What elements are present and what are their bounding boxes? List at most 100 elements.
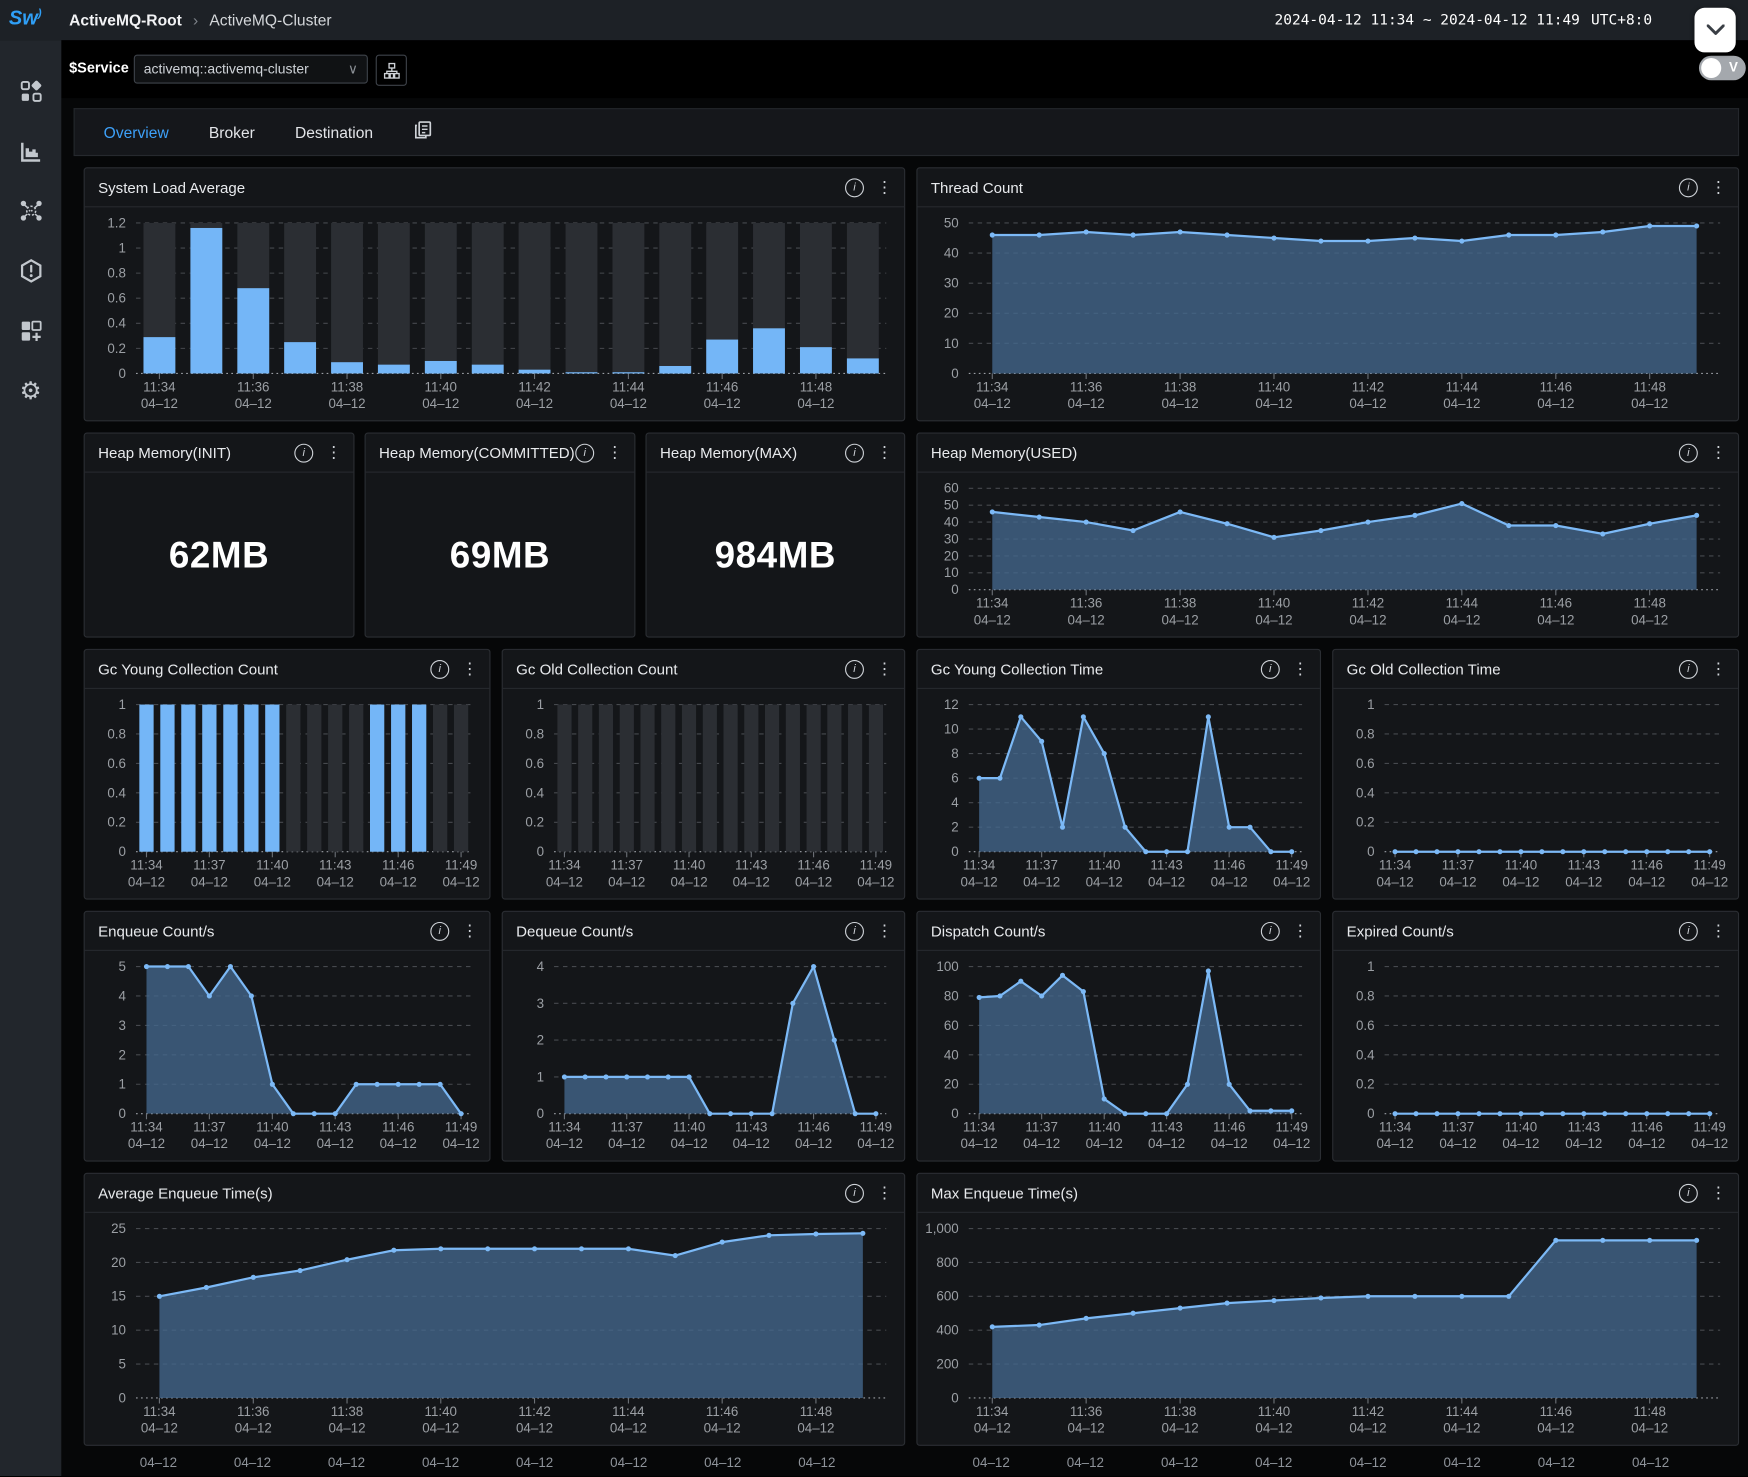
chevron-down-icon [1706, 25, 1724, 36]
max-enqueue-time-chart[interactable]: 02004006008001,00011:3404–1211:3604–1211… [917, 1213, 1737, 1445]
expired-count-chart[interactable]: 00.20.40.60.8111:3404–1211:3704–1211:400… [1333, 951, 1738, 1161]
svg-text:11:36: 11:36 [237, 1404, 269, 1419]
topology-icon[interactable] [0, 191, 61, 231]
enqueue-count-chart[interactable]: 01234511:3404–1211:3704–1211:4004–1211:4… [85, 951, 490, 1161]
info-icon[interactable]: i [1679, 443, 1698, 462]
svg-text:8: 8 [951, 746, 958, 761]
svg-text:04–12: 04–12 [1349, 396, 1386, 411]
breadcrumb-root[interactable]: ActiveMQ-Root [69, 11, 182, 29]
thread-count-chart[interactable]: 0102030405011:3404–1211:3604–1211:3804–1… [917, 207, 1737, 420]
info-icon[interactable]: i [1261, 921, 1280, 940]
svg-text:40: 40 [944, 515, 959, 530]
kebab-menu-icon[interactable]: ⋮ [606, 444, 623, 461]
avg-enqueue-time-chart[interactable]: 051015202511:3404–1211:3604–1211:3804–12… [85, 1213, 904, 1445]
svg-text:11:49: 11:49 [860, 858, 892, 873]
info-icon[interactable]: i [845, 178, 864, 197]
info-icon[interactable]: i [1679, 659, 1698, 678]
tab-broker[interactable]: Broker [209, 123, 255, 141]
gc-old-count-chart[interactable]: 00.20.40.60.8111:3404–1211:3704–1211:400… [503, 689, 904, 899]
tab-overview[interactable]: Overview [104, 123, 169, 141]
svg-text:04–12: 04–12 [1376, 874, 1413, 889]
gc-young-time-chart[interactable]: 02468101211:3404–1211:3704–1211:4004–121… [917, 689, 1319, 899]
kebab-menu-icon[interactable]: ⋮ [876, 661, 893, 678]
marketplace-icon[interactable] [0, 71, 61, 111]
breadcrumb-current[interactable]: ActiveMQ-Cluster [209, 11, 331, 29]
info-icon[interactable]: i [1679, 1183, 1698, 1202]
svg-text:11:37: 11:37 [1025, 858, 1057, 873]
skywalking-logo[interactable]: Sw) [9, 7, 42, 30]
info-icon[interactable]: i [294, 443, 313, 462]
alert-icon[interactable] [0, 251, 61, 291]
svg-text:04–12: 04–12 [141, 396, 178, 411]
view-toggle[interactable]: V [1699, 56, 1746, 81]
time-range[interactable]: 2024-04-12 11:34 ~ 2024-04-12 11:49 UTC+… [1275, 0, 1653, 40]
panel-title: System Load Average [98, 179, 245, 196]
info-icon[interactable]: i [430, 921, 449, 940]
svg-text:11:43: 11:43 [1150, 1120, 1182, 1135]
kebab-menu-icon[interactable]: ⋮ [1710, 179, 1727, 196]
kebab-menu-icon[interactable]: ⋮ [1710, 922, 1727, 939]
panel-title: Enqueue Count/s [98, 922, 214, 939]
system-load-chart[interactable]: 00.20.40.60.811.211:3404–1211:3604–1211:… [85, 207, 904, 420]
kebab-menu-icon[interactable]: ⋮ [1292, 661, 1309, 678]
kebab-menu-icon[interactable]: ⋮ [876, 179, 893, 196]
timezone-value: UTC+8:0 [1591, 12, 1652, 29]
svg-text:0.2: 0.2 [1356, 1077, 1375, 1092]
bar-chart-icon[interactable] [0, 132, 61, 172]
svg-text:11:46: 11:46 [1213, 858, 1245, 873]
info-icon[interactable]: i [575, 443, 594, 462]
kebab-menu-icon[interactable]: ⋮ [1710, 1184, 1727, 1201]
kebab-menu-icon[interactable]: ⋮ [326, 444, 343, 461]
panel-title: Gc Old Collection Count [516, 661, 677, 678]
info-icon[interactable]: i [845, 921, 864, 940]
svg-text:0: 0 [951, 844, 958, 859]
collapse-header-button[interactable] [1694, 8, 1735, 53]
info-icon[interactable]: i [1679, 178, 1698, 197]
gc-old-time-chart[interactable]: 00.20.40.60.8111:3404–1211:3704–1211:400… [1333, 689, 1738, 899]
info-icon[interactable]: i [845, 659, 864, 678]
svg-text:11:36: 11:36 [1070, 596, 1102, 611]
service-select[interactable]: activemq::activemq-cluster ∨ [134, 55, 368, 84]
svg-text:04–12: 04–12 [974, 612, 1011, 627]
info-icon[interactable]: i [1679, 921, 1698, 940]
kebab-menu-icon[interactable]: ⋮ [1292, 922, 1309, 939]
svg-text:0: 0 [951, 1106, 958, 1121]
info-icon[interactable]: i [845, 443, 864, 462]
svg-text:11:42: 11:42 [518, 1404, 550, 1419]
svg-text:04–12: 04–12 [608, 874, 645, 889]
service-topology-button[interactable] [376, 55, 407, 86]
svg-text:0: 0 [119, 1390, 126, 1405]
kebab-menu-icon[interactable]: ⋮ [462, 661, 479, 678]
svg-text:11:48: 11:48 [800, 379, 832, 394]
info-icon[interactable]: i [845, 1183, 864, 1202]
tab-destination[interactable]: Destination [295, 123, 373, 141]
dispatch-count-chart[interactable]: 02040608010011:3404–1211:3704–1211:4004–… [917, 951, 1319, 1161]
svg-text:20: 20 [944, 548, 959, 563]
svg-text:0.8: 0.8 [1356, 726, 1375, 741]
kebab-menu-icon[interactable]: ⋮ [1710, 661, 1727, 678]
info-icon[interactable]: i [430, 659, 449, 678]
kebab-menu-icon[interactable]: ⋮ [1710, 444, 1727, 461]
gc-young-count-chart[interactable]: 00.20.40.60.8111:3404–1211:3704–1211:400… [85, 689, 490, 899]
svg-text:11:49: 11:49 [1275, 1120, 1307, 1135]
copy-dashboard-icon[interactable] [413, 120, 432, 145]
dequeue-count-chart[interactable]: 0123411:3404–1211:3704–1211:4004–1211:43… [503, 951, 904, 1161]
svg-text:5: 5 [119, 1357, 126, 1372]
svg-text:1: 1 [537, 697, 544, 712]
settings-icon[interactable]: ⚙ [0, 371, 61, 411]
svg-text:40: 40 [944, 1047, 959, 1062]
kebab-menu-icon[interactable]: ⋮ [876, 1184, 893, 1201]
kebab-menu-icon[interactable]: ⋮ [876, 922, 893, 939]
svg-text:11:38: 11:38 [1164, 596, 1196, 611]
kebab-menu-icon[interactable]: ⋮ [876, 444, 893, 461]
panel-system-load: System Load Average i ⋮ 00.20.40.60.811.2… [84, 167, 906, 421]
heap-used-chart[interactable]: 010203040506011:3404–1211:3604–1211:3804… [917, 473, 1737, 637]
svg-text:11:36: 11:36 [1070, 1404, 1102, 1419]
dashboard-add-icon[interactable] [0, 311, 61, 351]
svg-text:1: 1 [537, 1069, 544, 1084]
next-row-partial-labels: 04–1204–1204–1204–1204–1204–1204–1204–12 [84, 1455, 906, 1477]
info-icon[interactable]: i [1261, 659, 1280, 678]
kebab-menu-icon[interactable]: ⋮ [462, 922, 479, 939]
panel-title: Thread Count [931, 179, 1023, 196]
svg-text:11:42: 11:42 [1352, 379, 1384, 394]
